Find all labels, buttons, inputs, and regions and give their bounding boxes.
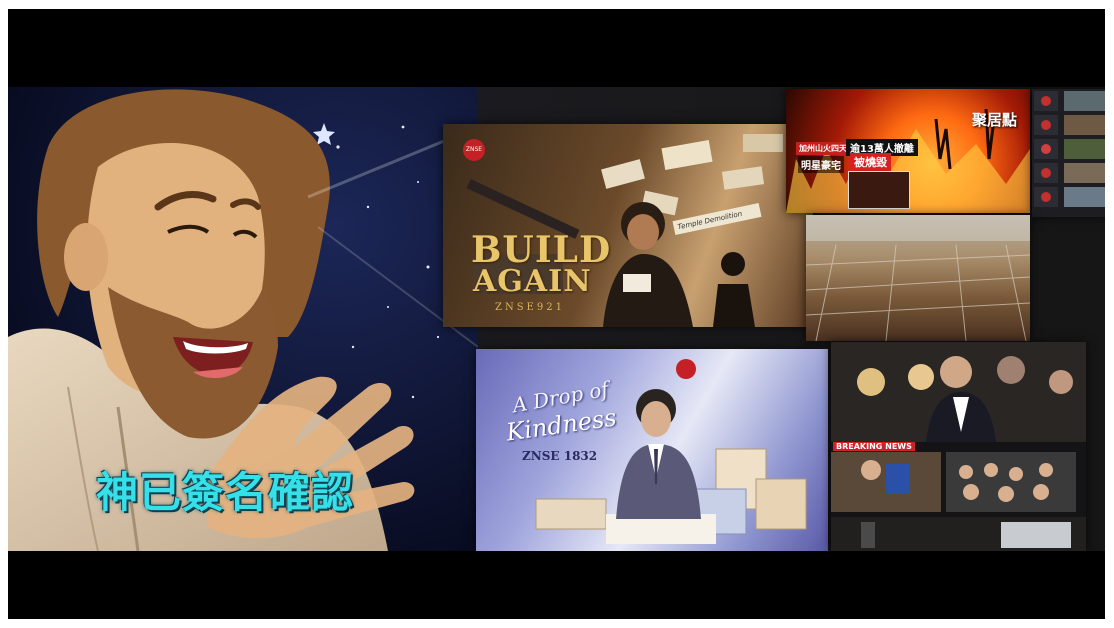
episode-code: ZNSE921: [495, 302, 565, 313]
kindness-code: ZNSE 1832: [522, 449, 598, 463]
fire-headline-red: 被燒毀: [850, 153, 891, 171]
video-frame: 神已簽名確認 ZNSE Temple Demolition BUILD AGAI…: [8, 9, 1105, 619]
fire-headline-sub: 明星豪宅: [798, 156, 844, 173]
build-again-thumbnail: ZNSE Temple Demolition BUILD AGAIN ZNSE9…: [443, 124, 813, 327]
title-again: AGAIN: [473, 264, 592, 299]
aerial-burned-city-thumbnail: [806, 215, 1030, 341]
drop-of-kindness-thumbnail: A Drop of Kindness ZNSE 1832: [476, 349, 828, 551]
caption-text: 神已簽名確認: [96, 468, 355, 517]
news-collage-thumbnail: BREAKING NEWS: [831, 342, 1086, 551]
video-stage: 神已簽名確認 ZNSE Temple Demolition BUILD AGAI…: [8, 87, 1105, 551]
fire-inset-photo: [848, 171, 910, 209]
wildfire-news-thumbnail: 加州山火四天日 逾13萬人撤離 明星豪宅 被燒毀 聚居點: [786, 89, 1030, 213]
znse-logo: ZNSE: [463, 139, 485, 161]
fire-corner-text: 聚居點: [972, 111, 1018, 129]
video-call-grid: [1032, 89, 1105, 217]
breaking-news-label: BREAKING NEWS: [833, 442, 915, 451]
